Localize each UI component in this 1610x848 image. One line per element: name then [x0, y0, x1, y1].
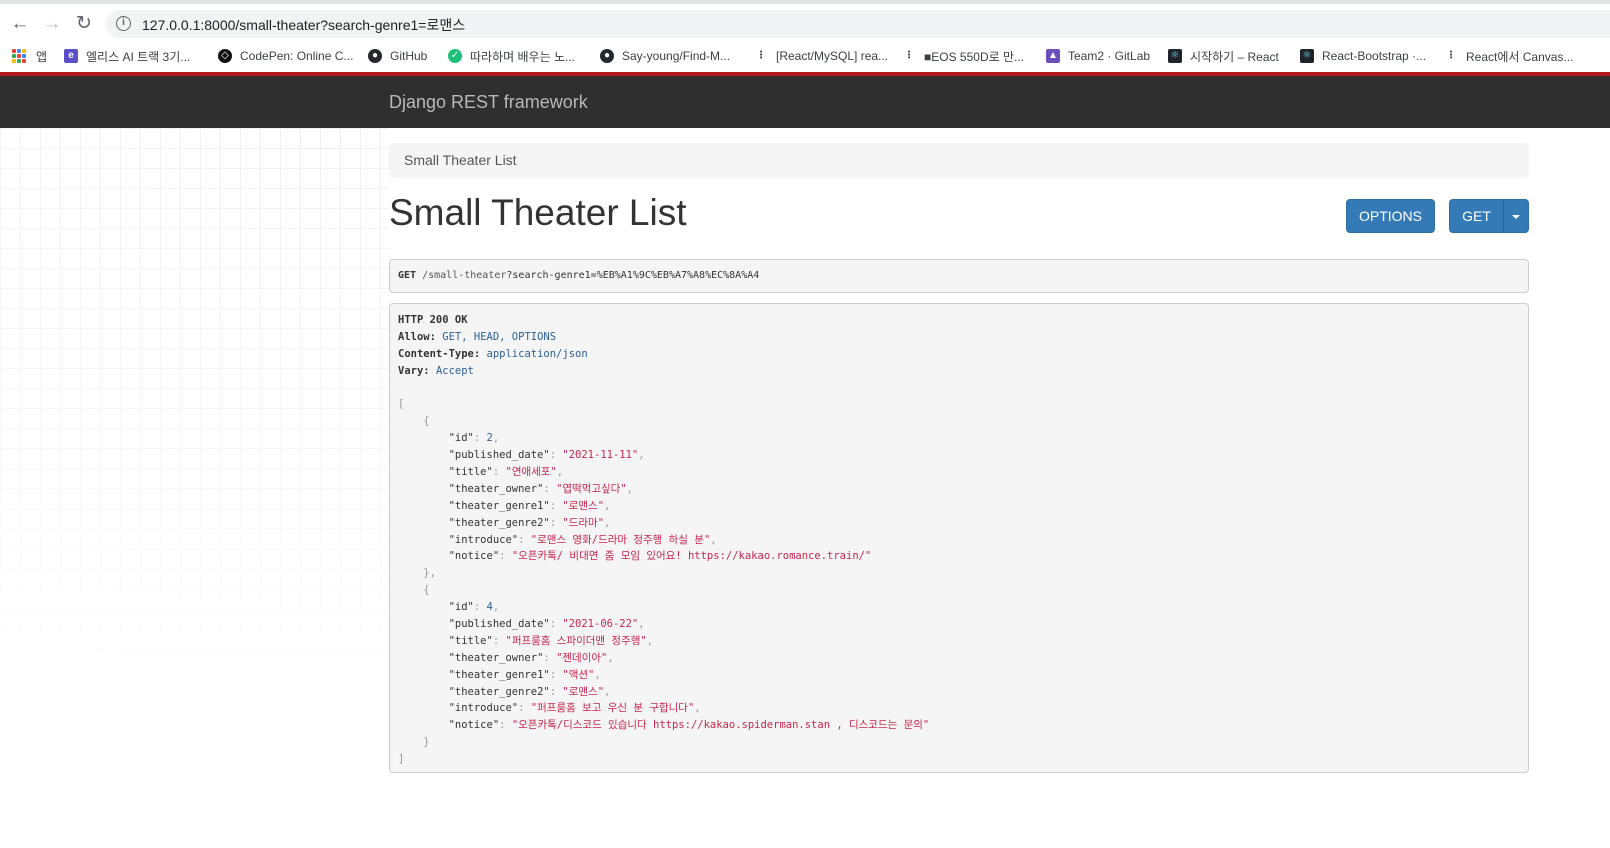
options-button[interactable]: OPTIONS	[1346, 199, 1435, 233]
item-genre2: "로맨스"	[562, 685, 605, 698]
bookmark-gitlab[interactable]: ▲ Team2 · GitLab	[1046, 46, 1150, 66]
address-bar[interactable]: i 127.0.0.1:8000/small-theater?search-ge…	[106, 10, 1610, 38]
header-value: GET, HEAD, OPTIONS	[442, 330, 557, 343]
url-text[interactable]: 127.0.0.1:8000/small-theater?search-genr…	[142, 15, 465, 35]
inflearn-icon: ✓	[448, 49, 462, 63]
item-genre1: "액션"	[562, 668, 595, 681]
item-notice: "오픈카톡/ 비대면 줌 모임 있어요! https://kakao.roman…	[511, 550, 872, 563]
bookmark-canvas[interactable]: ⋮ React에서 Canvas...	[1444, 46, 1573, 66]
request-path: /small-theater	[422, 270, 507, 281]
navbar: Django REST framework	[0, 76, 1610, 128]
codepen-icon: ◇	[218, 49, 232, 63]
apps-grid-icon	[12, 49, 26, 63]
breadcrumb: Small Theater List	[389, 143, 1529, 178]
bookmark-inflearn[interactable]: ✓ 따라하며 배우는 노...	[448, 46, 575, 66]
browser-toolbar: ← → ↻ i 127.0.0.1:8000/small-theater?sea…	[0, 4, 1610, 40]
header-name: Allow:	[398, 330, 436, 343]
page-title: Small Theater List	[389, 192, 687, 233]
bookmark-codepen[interactable]: ◇ CodePen: Online C...	[218, 46, 353, 66]
bookmark-find-m[interactable]: ● Say-young/Find-M...	[600, 46, 730, 66]
bookmark-react-bootstrap[interactable]: ⚛ React-Bootstrap ·...	[1300, 46, 1426, 66]
navbar-brand[interactable]: Django REST framework	[389, 92, 588, 113]
bookmark-eos[interactable]: ⋮ ■EOS 550D로 만...	[902, 46, 1024, 66]
page-background: Small Theater List Small Theater List OP…	[0, 128, 1610, 848]
item-owner: "젠데이아"	[556, 651, 608, 664]
back-icon[interactable]: ←	[9, 13, 31, 35]
request-info: GET /small-theater?search-genre1=%EB%A1%…	[389, 259, 1529, 293]
item-published-date: "2021-11-11"	[562, 449, 639, 462]
item-introduce: "퍼프룸홈 보고 우신 분 구합니다"	[530, 702, 695, 715]
header-value: application/json	[486, 347, 588, 360]
request-query: ?search-genre1=%EB%A1%9C%EB%A7%A8%EC%8A%…	[506, 270, 760, 281]
item-published-date: "2021-06-22"	[562, 618, 639, 631]
gitlab-icon: ▲	[1046, 49, 1060, 63]
bookmark-react[interactable]: ⚛ 시작하기 – React	[1168, 46, 1279, 66]
react-icon: ⚛	[1168, 49, 1182, 63]
bookmark-elice[interactable]: e 엘리스 AI 트랙 3기...	[64, 46, 190, 66]
content-area: Small Theater List Small Theater List OP…	[389, 128, 1529, 848]
react-bootstrap-icon: ⚛	[1300, 49, 1314, 63]
velog-icon: ⋮	[754, 49, 768, 63]
get-button[interactable]: GET	[1449, 199, 1504, 233]
bookmark-apps[interactable]: 앱	[12, 46, 47, 66]
item-title: "퍼프룸홈 스파이더맨 정주행"	[505, 634, 647, 647]
bookmarks-bar: 앱 e 엘리스 AI 트랙 3기... ◇ CodePen: Online C.…	[0, 40, 1610, 72]
item-genre1: "로맨스"	[562, 499, 605, 512]
header-name: Content-Type:	[398, 347, 481, 360]
header-name: Vary:	[398, 364, 430, 377]
breadcrumb-item[interactable]: Small Theater List	[404, 152, 517, 168]
caret-down-icon	[1512, 215, 1520, 220]
forward-icon[interactable]: →	[41, 13, 63, 35]
velog-icon: ⋮	[902, 49, 916, 63]
github-icon: ●	[600, 49, 614, 63]
get-format-dropdown-button[interactable]	[1503, 199, 1529, 233]
response-status: HTTP 200 OK	[398, 314, 468, 326]
header-value: Accept	[435, 364, 474, 377]
bookmark-react-mysql[interactable]: ⋮ [React/MySQL] rea...	[754, 46, 888, 66]
response-info: HTTP 200 OK Allow: GET, HEAD, OPTIONS Co…	[389, 303, 1529, 773]
velog-icon: ⋮	[1444, 49, 1458, 63]
github-icon: ●	[368, 49, 382, 63]
elice-icon: e	[64, 49, 78, 63]
item-title: "연애세포"	[505, 466, 557, 479]
item-introduce: "로맨스 영화/드라마 정주행 하실 분"	[530, 533, 711, 546]
item-genre2: "드라마"	[562, 516, 605, 529]
item-notice: "오픈카톡/디스코드 있습니다 https://kakao.spiderman.…	[511, 719, 930, 732]
reload-icon[interactable]: ↻	[73, 13, 95, 35]
bookmark-github[interactable]: ● GitHub	[368, 46, 427, 66]
request-method: GET	[398, 270, 417, 281]
info-icon[interactable]: i	[116, 16, 131, 31]
item-owner: "엽떡먹고싶다"	[556, 482, 627, 495]
